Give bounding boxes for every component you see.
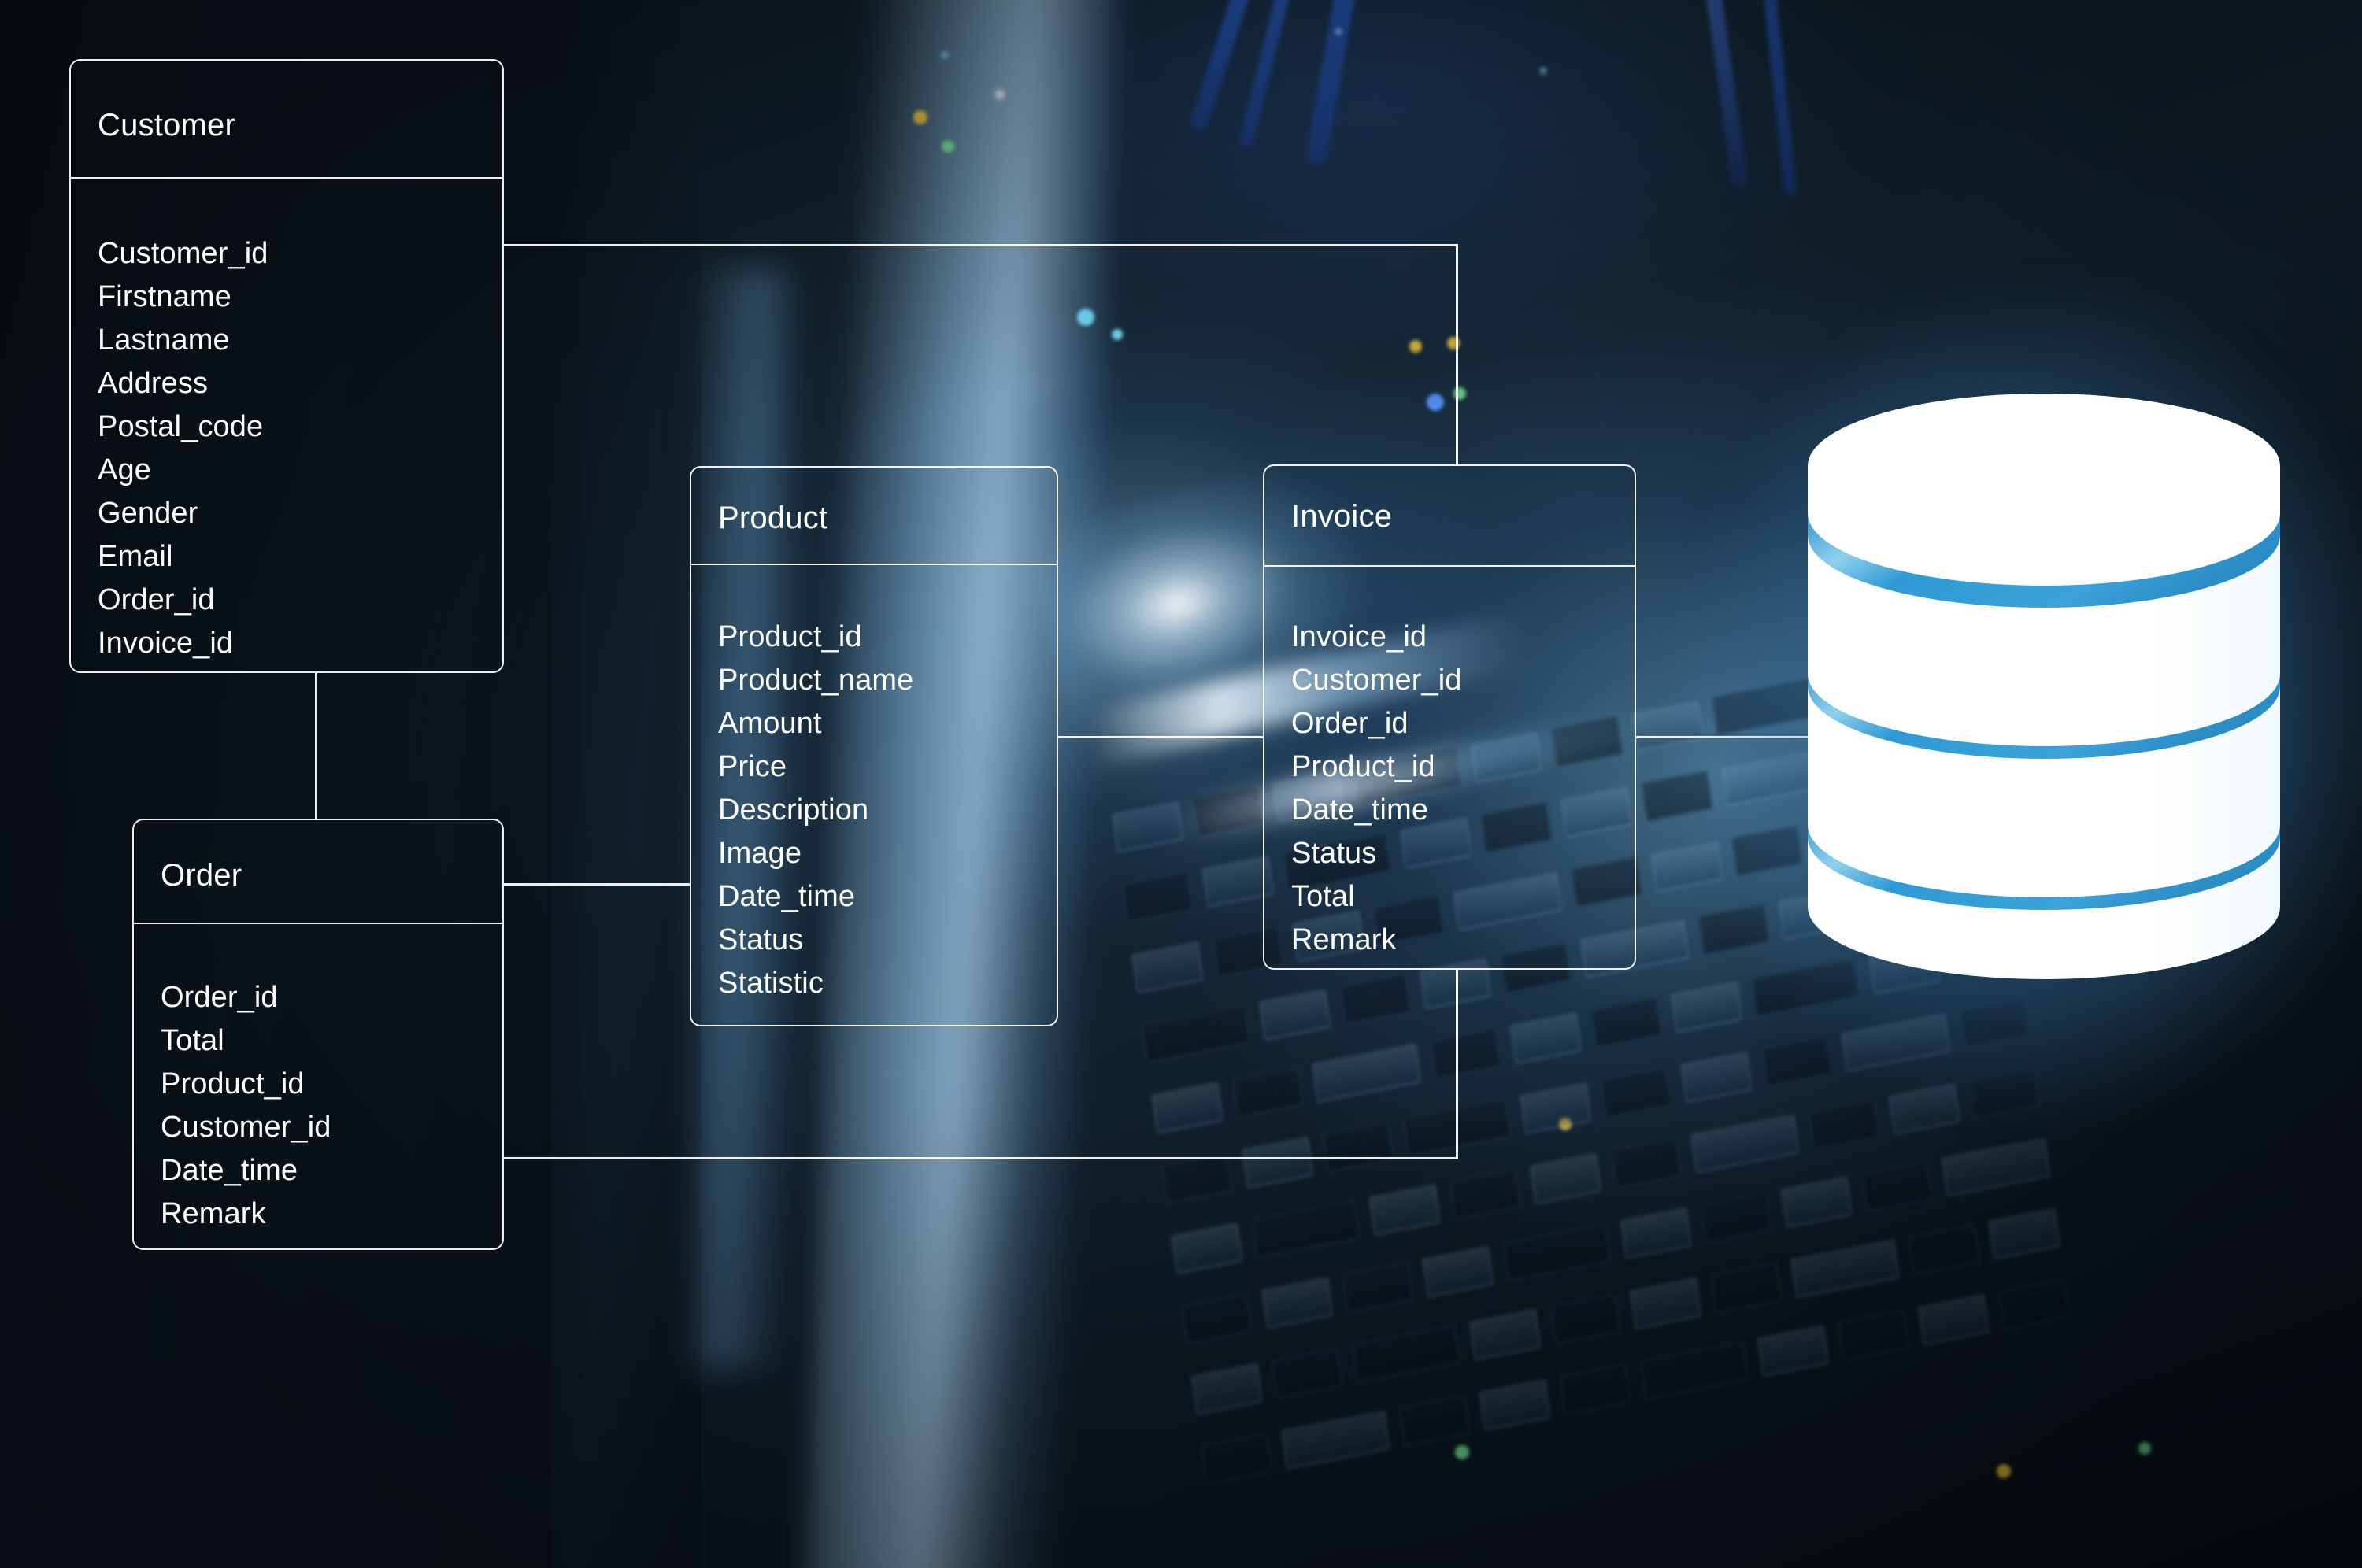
- field-order-3: Customer_id: [161, 1111, 331, 1144]
- field-product-8: Statistic: [718, 967, 824, 1000]
- field-customer-6: Gender: [98, 497, 198, 530]
- entity-product-title: Product: [718, 501, 828, 535]
- field-product-0: Product_id: [718, 620, 862, 653]
- field-invoice-0: Invoice_id: [1291, 620, 1427, 653]
- entity-order-fields: Order_id Total Product_id Customer_id Da…: [161, 976, 331, 1236]
- field-customer-9: Invoice_id: [98, 627, 234, 660]
- connector-customer-invoice-vertical: [1456, 244, 1458, 466]
- connector-product-invoice: [1058, 736, 1263, 738]
- connector-order-product: [504, 883, 691, 886]
- entity-invoice-divider: [1264, 565, 1635, 567]
- field-customer-5: Age: [98, 453, 151, 486]
- field-customer-2: Lastname: [98, 324, 230, 357]
- entity-product-divider: [691, 564, 1057, 565]
- entity-customer-fields: Customer_id Firstname Lastname Address P…: [98, 232, 268, 665]
- field-product-6: Date_time: [718, 880, 856, 913]
- er-diagram-canvas: Customer Customer_id Firstname Lastname …: [0, 0, 2362, 1568]
- field-product-3: Price: [718, 750, 787, 783]
- connector-customer-order: [315, 673, 317, 820]
- field-order-4: Date_time: [161, 1154, 298, 1187]
- database-cylinder-icon: [1682, 285, 2362, 1118]
- field-customer-4: Postal_code: [98, 410, 264, 443]
- field-invoice-2: Order_id: [1291, 707, 1409, 740]
- entity-order-divider: [134, 923, 502, 924]
- entity-customer-title: Customer: [98, 108, 235, 142]
- field-product-1: Product_name: [718, 664, 914, 697]
- field-customer-7: Email: [98, 540, 173, 573]
- field-product-7: Status: [718, 923, 804, 956]
- field-product-5: Image: [718, 837, 802, 870]
- entity-invoice-title: Invoice: [1291, 499, 1393, 534]
- field-order-0: Order_id: [161, 981, 278, 1014]
- field-product-4: Description: [718, 793, 869, 827]
- field-invoice-5: Status: [1291, 837, 1377, 870]
- field-invoice-3: Product_id: [1291, 750, 1435, 783]
- field-customer-1: Firstname: [98, 280, 231, 313]
- entity-customer-divider: [71, 177, 502, 179]
- connector-order-invoice-vertical: [1456, 970, 1458, 1159]
- entity-product[interactable]: Product Product_id Product_name Amount P…: [690, 466, 1058, 1026]
- field-product-2: Amount: [718, 707, 822, 740]
- field-invoice-6: Total: [1291, 880, 1355, 913]
- field-customer-0: Customer_id: [98, 237, 268, 270]
- field-invoice-7: Remark: [1291, 923, 1397, 956]
- field-order-1: Total: [161, 1024, 224, 1057]
- field-order-5: Remark: [161, 1197, 266, 1230]
- entity-order-title: Order: [161, 858, 242, 893]
- entity-invoice[interactable]: Invoice Invoice_id Customer_id Order_id …: [1263, 464, 1636, 970]
- entity-customer[interactable]: Customer Customer_id Firstname Lastname …: [69, 59, 504, 673]
- connector-order-invoice-horizontal: [504, 1157, 1458, 1159]
- field-invoice-4: Date_time: [1291, 793, 1429, 827]
- entity-invoice-fields: Invoice_id Customer_id Order_id Product_…: [1291, 616, 1462, 962]
- entity-product-fields: Product_id Product_name Amount Price Des…: [718, 616, 913, 1005]
- field-invoice-1: Customer_id: [1291, 664, 1462, 697]
- connector-customer-invoice-horizontal: [504, 244, 1458, 246]
- field-customer-8: Order_id: [98, 583, 215, 616]
- database-cylinder-svg: [1808, 394, 2280, 979]
- entity-order[interactable]: Order Order_id Total Product_id Customer…: [132, 819, 504, 1250]
- field-order-2: Product_id: [161, 1067, 305, 1100]
- field-customer-3: Address: [98, 367, 209, 400]
